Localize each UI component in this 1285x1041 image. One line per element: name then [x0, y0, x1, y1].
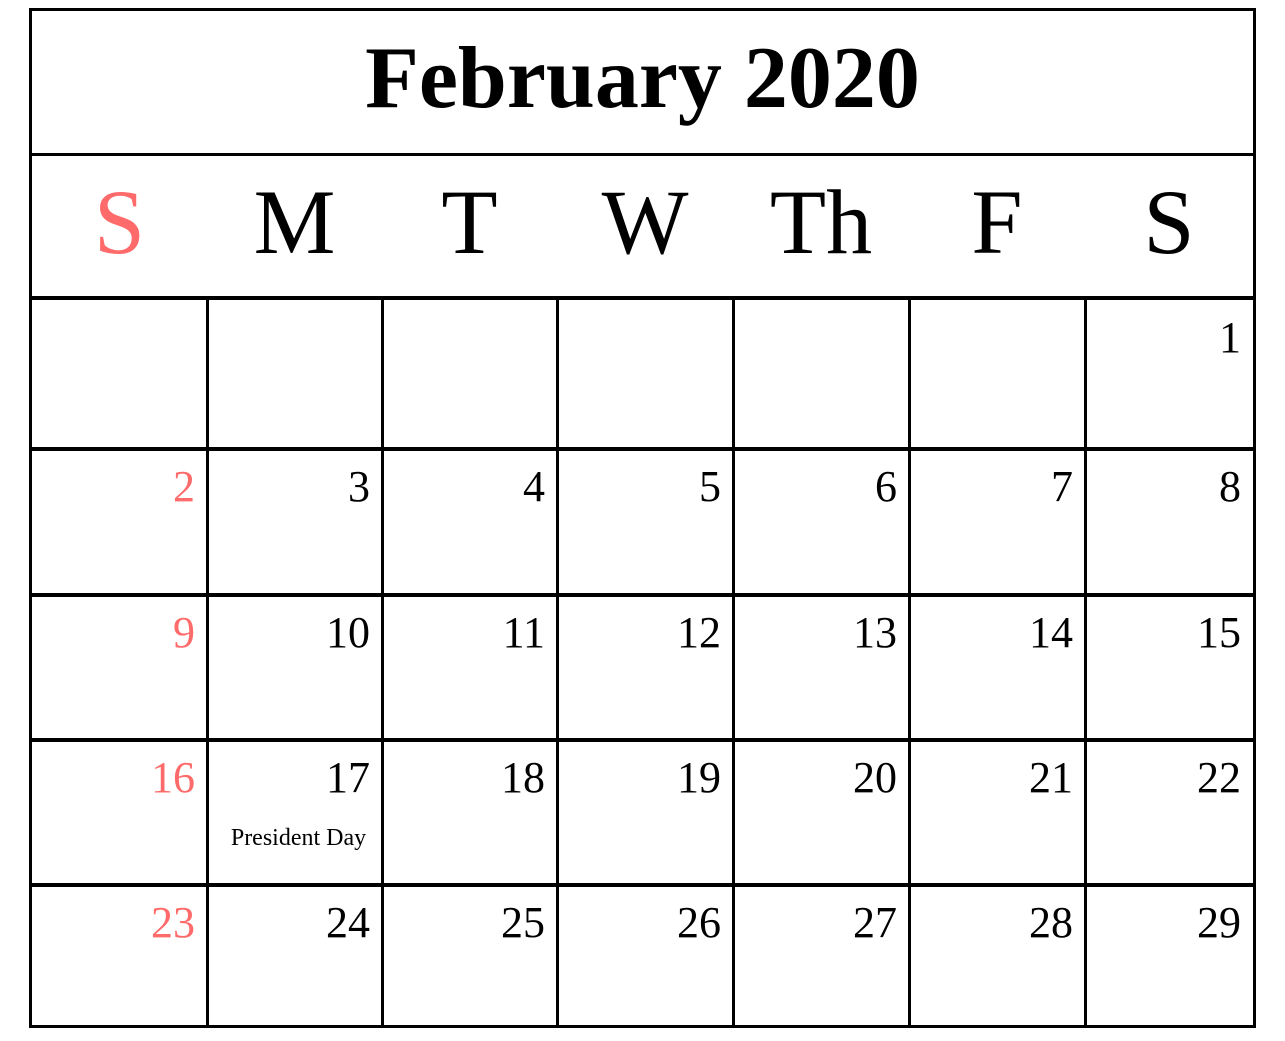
day-cell[interactable]: 2 — [32, 449, 207, 595]
day-cell[interactable]: 24 — [207, 885, 382, 1028]
day-cell[interactable] — [382, 300, 557, 449]
day-number: 12 — [677, 608, 721, 657]
column-divider — [556, 300, 559, 1028]
calendar: February 2020 S M T W Th F S 1 2 3 4 5 6 7 8 9 10 11 12 13… — [29, 8, 1256, 1028]
day-number: 18 — [501, 753, 545, 802]
column-divider — [206, 300, 209, 1028]
column-divider — [1084, 300, 1087, 1028]
weekday-header-row: S M T W Th F S — [32, 156, 1253, 300]
day-cell[interactable]: 26 — [557, 885, 733, 1028]
weekday-label: Th — [769, 171, 873, 273]
day-number: 22 — [1197, 753, 1241, 802]
column-divider — [908, 300, 911, 1028]
day-cell[interactable]: 6 — [733, 449, 909, 595]
weekday-label: T — [441, 171, 498, 273]
calendar-grid: 1 2 3 4 5 6 7 8 9 10 11 12 13 14 15 16 17 President Day 18… — [32, 300, 1253, 1028]
day-number: 25 — [501, 898, 545, 947]
row-divider — [32, 738, 1253, 742]
weekday-label: F — [971, 171, 1023, 273]
day-number: 8 — [1219, 462, 1241, 511]
day-number: 4 — [523, 462, 545, 511]
day-cell[interactable] — [733, 300, 909, 449]
day-number: 1 — [1219, 313, 1241, 362]
row-divider — [32, 593, 1253, 597]
day-cell[interactable]: 22 — [1085, 740, 1253, 885]
day-cell[interactable] — [32, 300, 207, 449]
day-number: 14 — [1029, 608, 1073, 657]
day-number: 15 — [1197, 608, 1241, 657]
column-divider — [732, 300, 735, 1028]
day-number: 26 — [677, 898, 721, 947]
calendar-title: February 2020 — [365, 30, 920, 127]
day-cell[interactable]: 4 — [382, 449, 557, 595]
day-cell[interactable]: 19 — [557, 740, 733, 885]
day-cell[interactable]: 1 — [1085, 300, 1253, 449]
day-number: 24 — [326, 898, 370, 947]
day-cell[interactable]: 15 — [1085, 595, 1253, 740]
day-cell[interactable]: 27 — [733, 885, 909, 1028]
day-cell[interactable] — [557, 300, 733, 449]
day-number: 13 — [853, 608, 897, 657]
day-cell[interactable]: 23 — [32, 885, 207, 1028]
day-cell[interactable] — [207, 300, 382, 449]
day-number: 21 — [1029, 753, 1073, 802]
day-cell[interactable]: 29 — [1085, 885, 1253, 1028]
day-cell[interactable]: 13 — [733, 595, 909, 740]
day-cell[interactable]: 18 — [382, 740, 557, 885]
day-number: 6 — [875, 462, 897, 511]
day-cell[interactable]: 12 — [557, 595, 733, 740]
day-cell[interactable]: 21 — [909, 740, 1085, 885]
weekday-label: S — [1143, 171, 1195, 273]
day-number: 10 — [326, 608, 370, 657]
day-number: 27 — [853, 898, 897, 947]
day-cell[interactable]: 11 — [382, 595, 557, 740]
row-divider — [32, 883, 1253, 887]
day-number: 11 — [502, 608, 545, 657]
day-cell[interactable]: 3 — [207, 449, 382, 595]
day-cell[interactable]: 25 — [382, 885, 557, 1028]
weekday-label: W — [601, 171, 689, 273]
day-cell[interactable]: 20 — [733, 740, 909, 885]
day-number: 17 — [326, 753, 370, 802]
day-number: 19 — [677, 753, 721, 802]
row-divider — [32, 447, 1253, 451]
day-number: 29 — [1197, 898, 1241, 947]
day-cell[interactable]: 7 — [909, 449, 1085, 595]
day-cell[interactable]: 17 President Day — [207, 740, 382, 885]
day-cell[interactable]: 5 — [557, 449, 733, 595]
column-divider — [381, 300, 384, 1028]
day-number: 7 — [1051, 462, 1073, 511]
title-row: February 2020 — [32, 11, 1253, 156]
day-cell[interactable]: 10 — [207, 595, 382, 740]
day-number: 3 — [348, 462, 370, 511]
day-cell[interactable]: 16 — [32, 740, 207, 885]
holiday-label: President Day — [230, 825, 367, 851]
day-cell[interactable]: 8 — [1085, 449, 1253, 595]
day-number: 2 — [173, 462, 195, 511]
day-number: 23 — [151, 898, 195, 947]
day-number: 20 — [853, 753, 897, 802]
day-cell[interactable]: 14 — [909, 595, 1085, 740]
day-cell[interactable]: 9 — [32, 595, 207, 740]
day-cell[interactable] — [909, 300, 1085, 449]
day-number: 9 — [173, 608, 195, 657]
weekday-label: S — [93, 171, 146, 273]
day-number: 16 — [151, 753, 195, 802]
day-number: 28 — [1029, 898, 1073, 947]
day-number: 5 — [699, 462, 721, 511]
weekday-label: M — [253, 171, 336, 273]
day-cell[interactable]: 28 — [909, 885, 1085, 1028]
